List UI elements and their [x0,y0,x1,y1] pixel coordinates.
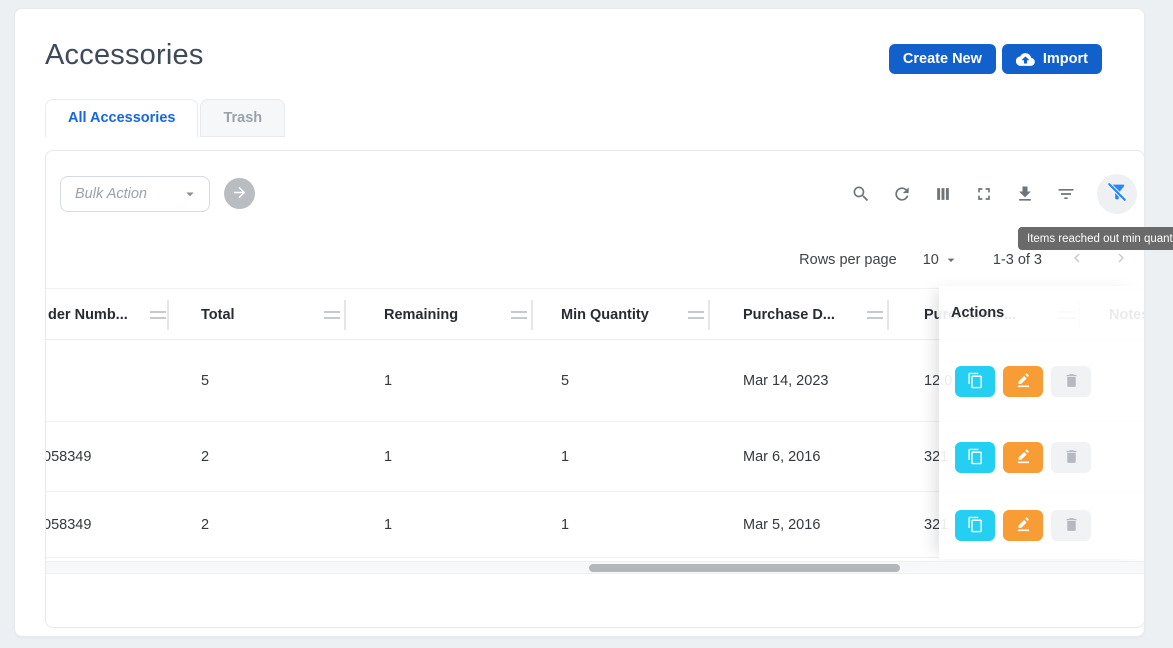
tab-all-accessories[interactable]: All Accessories [45,99,198,137]
column-separator [887,300,889,330]
filter-off-button[interactable] [1097,174,1137,214]
column-header-purchase-date[interactable]: Purchase D... [743,289,835,341]
column-drag-handle[interactable] [324,311,340,319]
copy-button[interactable] [955,366,995,397]
tab-trash[interactable]: Trash [200,99,285,137]
tab-bar: All Accessories Trash [45,99,285,137]
column-separator [708,300,710,330]
cell-remaining: 1 [384,422,392,491]
bulk-action-placeholder: Bulk Action [75,186,147,202]
rows-per-page-select[interactable]: 10 [923,252,959,268]
delete-button[interactable] [1051,442,1091,473]
cell-min-quantity: 1 [561,422,569,491]
next-page-button[interactable] [1112,249,1130,271]
cell-total: 5 [201,340,209,421]
header-action-buttons: Create New Import [889,44,1102,74]
column-header-remaining[interactable]: Remaining [384,289,458,341]
column-header-actions: Actions [951,286,1004,340]
search-icon[interactable] [851,184,871,204]
table-toolbar-icons [851,174,1137,214]
cell-order-number: 058349 [45,422,91,491]
page-background: { "page_title": "Accessories", "actions_… [0,0,1173,648]
column-header-total[interactable]: Total [201,289,235,341]
chevron-down-icon [181,185,199,203]
edit-pencil-icon [1015,516,1032,536]
horizontal-scrollbar-thumb[interactable] [589,564,900,572]
table-panel: Bulk Action [45,150,1145,628]
column-header-min-quantity[interactable]: Min Quantity [561,289,649,341]
copy-icon [967,448,984,468]
filter-icon[interactable] [1056,184,1076,204]
cell-order-number: 058349 [45,492,91,557]
cell-total: 2 [201,492,209,557]
trash-icon [1063,372,1080,392]
cell-min-quantity: 1 [561,492,569,557]
cell-purchase-date: Mar 14, 2023 [743,340,828,421]
column-separator [167,300,169,330]
pagination-range: 1-3 of 3 [993,252,1042,268]
arrow-right-icon [231,184,248,204]
create-new-label: Create New [903,51,982,67]
cloud-upload-icon [1016,50,1035,69]
edit-button[interactable] [1003,442,1043,473]
horizontal-scrollbar-track[interactable] [46,561,1145,574]
fullscreen-icon[interactable] [974,184,994,204]
column-drag-handle[interactable] [688,311,704,319]
tab-all-accessories-label: All Accessories [68,110,175,126]
copy-icon [967,516,984,536]
bulk-action-select[interactable]: Bulk Action [60,176,210,212]
cell-min-quantity: 5 [561,340,569,421]
import-button[interactable]: Import [1002,44,1102,74]
actions-sticky-column: Actions [939,286,1145,559]
tab-trash-label: Trash [223,110,262,126]
delete-button[interactable] [1051,366,1091,397]
column-header-order-number[interactable]: der Numb... [48,289,128,341]
columns-icon[interactable] [933,184,953,204]
cell-total: 2 [201,422,209,491]
edit-pencil-icon [1015,372,1032,392]
filter-off-icon [1106,181,1128,208]
column-drag-handle[interactable] [511,311,527,319]
rows-per-page-label: Rows per page [799,252,897,268]
cell-remaining: 1 [384,340,392,421]
row-actions [955,510,1091,541]
filter-tooltip: Items reached out min quantity [1018,227,1173,250]
column-drag-handle[interactable] [867,311,883,319]
edit-button[interactable] [1003,510,1043,541]
row-actions [955,366,1091,397]
import-label: Import [1043,51,1088,67]
copy-icon [967,372,984,392]
page-title: Accessories [45,39,204,72]
create-new-button[interactable]: Create New [889,44,996,74]
copy-button[interactable] [955,510,995,541]
trash-icon [1063,516,1080,536]
row-actions [955,442,1091,473]
bulk-action-go-button[interactable] [224,178,255,209]
edit-button[interactable] [1003,366,1043,397]
chevron-left-icon [1068,249,1086,271]
cell-remaining: 1 [384,492,392,557]
column-separator [531,300,533,330]
copy-button[interactable] [955,442,995,473]
chevron-right-icon [1112,249,1130,271]
column-drag-handle[interactable] [150,311,166,319]
rows-per-page-value: 10 [923,252,939,268]
delete-button[interactable] [1051,510,1091,541]
previous-page-button[interactable] [1068,249,1086,271]
trash-icon [1063,448,1080,468]
cell-purchase-date: Mar 5, 2016 [743,492,820,557]
chevron-down-icon [939,252,959,268]
pagination-bar: Rows per page 10 1-3 of 3 [799,246,1130,274]
accessories-card: Accessories Create New Import All Access… [14,8,1145,637]
refresh-icon[interactable] [892,184,912,204]
download-icon[interactable] [1015,184,1035,204]
cell-purchase-date: Mar 6, 2016 [743,422,820,491]
edit-pencil-icon [1015,448,1032,468]
column-separator [344,300,346,330]
